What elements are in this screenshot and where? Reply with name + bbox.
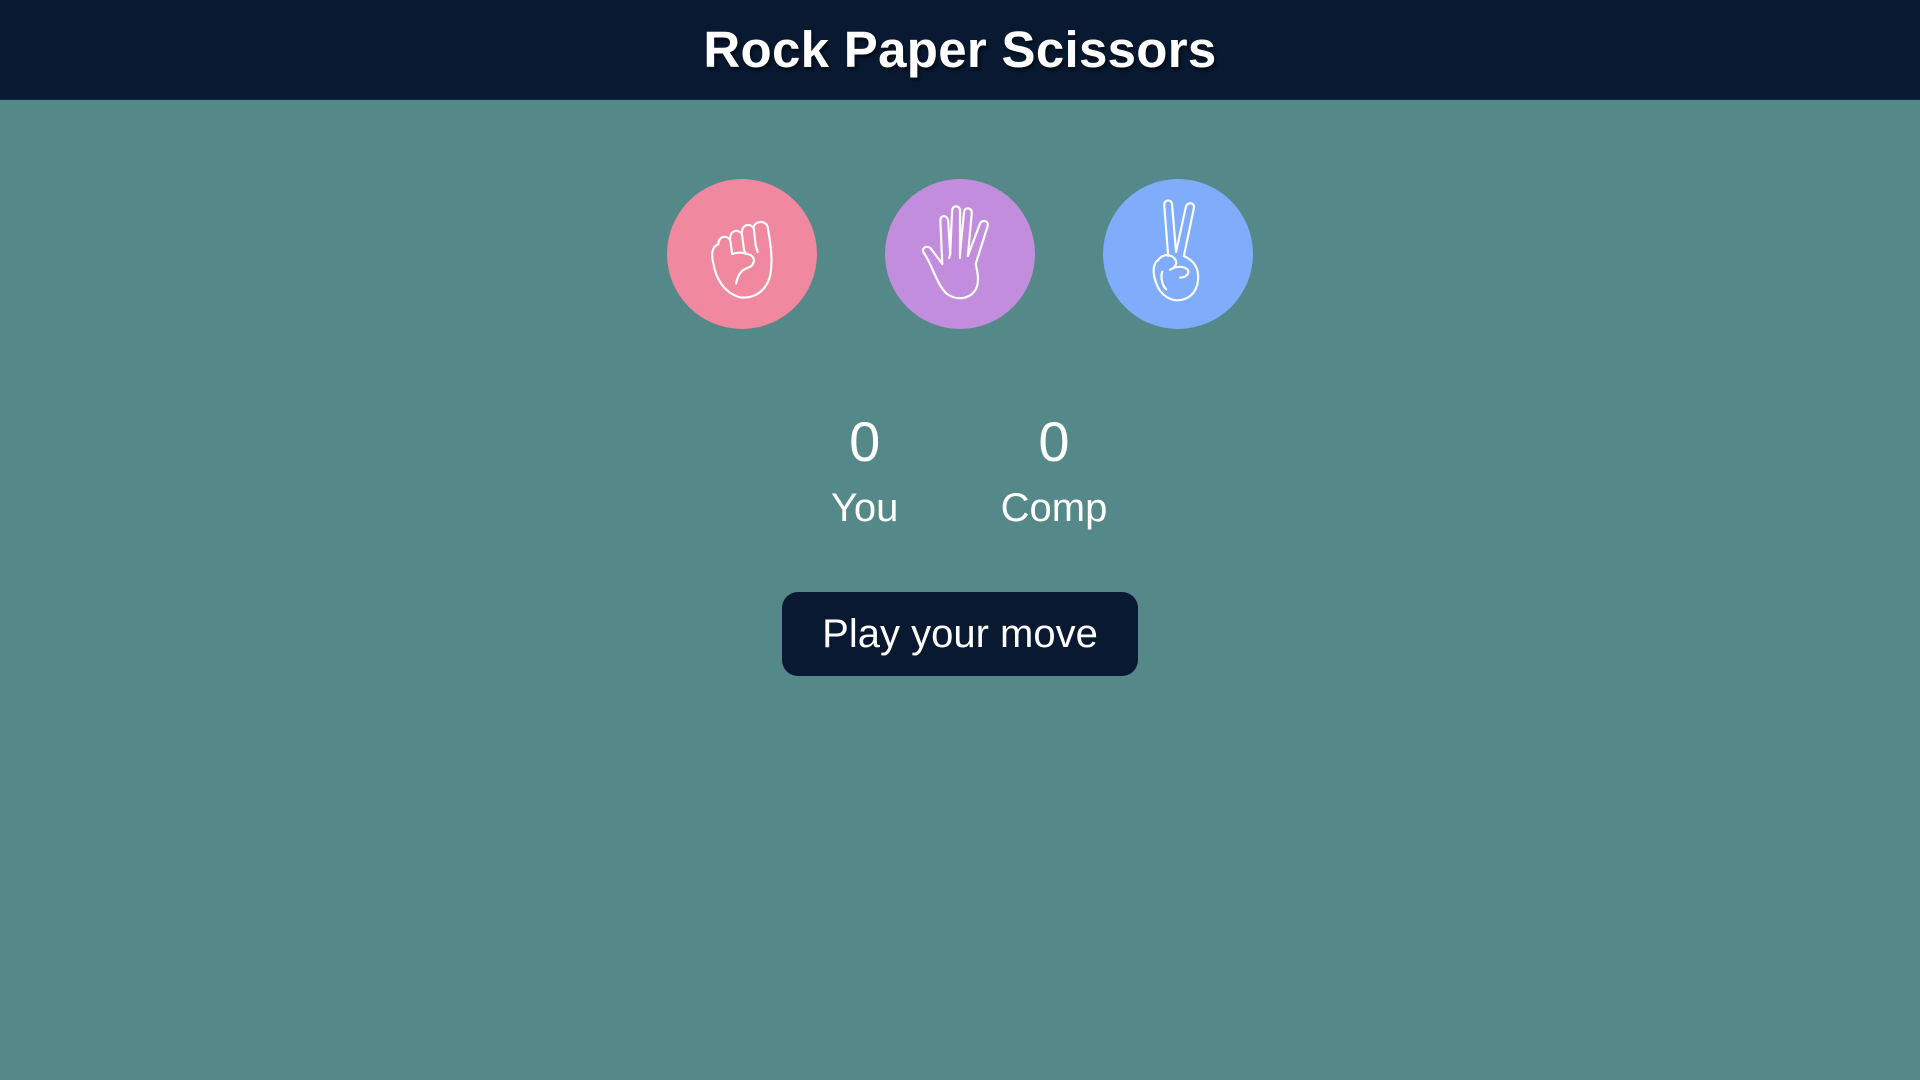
user-score-label: You <box>830 486 899 530</box>
comp-score: 0 <box>1038 410 1070 473</box>
header-bar: Rock Paper Scissors <box>0 0 1920 100</box>
user-score-block: 0 You <box>813 405 917 537</box>
scissors-choice[interactable] <box>1103 179 1253 329</box>
rock-fist-icon <box>711 220 773 299</box>
rock-choice[interactable] <box>667 179 817 329</box>
page-title: Rock Paper Scissors <box>703 21 1217 78</box>
scoreboard: 0 You 0 Comp <box>0 405 1920 537</box>
scissors-peace-hand-icon <box>1152 199 1200 302</box>
comp-score-label: Comp <box>1000 486 1108 530</box>
paper-open-hand-icon <box>921 205 989 300</box>
user-score: 0 <box>849 410 881 473</box>
comp-score-block: 0 Comp <box>1001 405 1108 537</box>
choices-container <box>0 179 1920 329</box>
status-message: Play your move <box>782 592 1138 676</box>
message-container: Play your move <box>0 592 1920 676</box>
paper-choice[interactable] <box>885 179 1035 329</box>
